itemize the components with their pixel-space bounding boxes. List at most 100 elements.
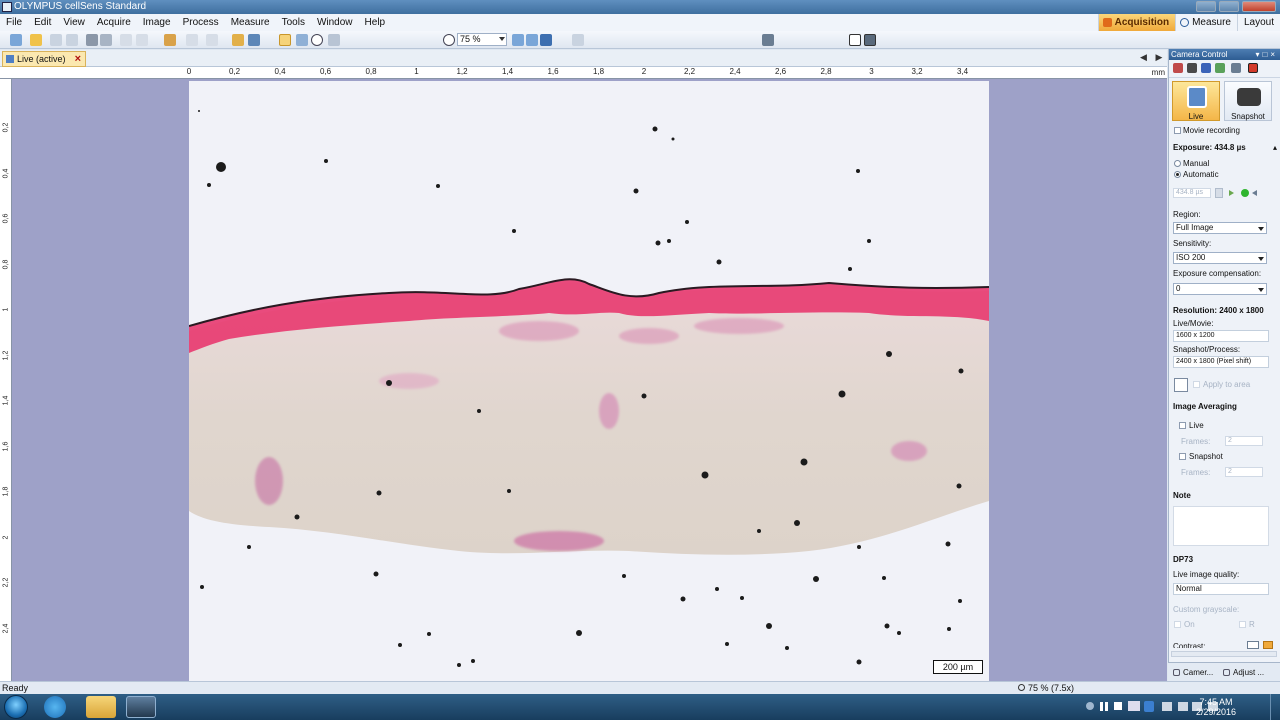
sensitivity-select[interactable]: ISO 200 bbox=[1173, 252, 1267, 264]
chevron-right-icon[interactable]: ▶ bbox=[1155, 52, 1162, 62]
exposure-compensation-select[interactable]: 0 bbox=[1173, 283, 1267, 295]
media-stop-icon[interactable] bbox=[1114, 702, 1122, 710]
menu-process[interactable]: Process bbox=[177, 17, 225, 28]
magnifier-icon[interactable] bbox=[311, 34, 323, 46]
live-movie-resolution[interactable]: 1600 x 1200 bbox=[1173, 330, 1269, 342]
save-all-icon[interactable] bbox=[66, 34, 78, 46]
menu-tools[interactable]: Tools bbox=[276, 17, 311, 28]
roi-icon[interactable] bbox=[1248, 63, 1258, 73]
movie-recording-checkbox[interactable] bbox=[1174, 127, 1181, 134]
apply-roi-checkbox[interactable] bbox=[1193, 381, 1200, 388]
automatic-radio[interactable] bbox=[1174, 171, 1181, 178]
start-button[interactable] bbox=[4, 695, 28, 719]
tray-chevron-icon[interactable] bbox=[1086, 702, 1094, 710]
show-desktop-button[interactable] bbox=[1270, 694, 1280, 720]
cut-icon[interactable] bbox=[120, 34, 132, 46]
avg-live-checkbox[interactable] bbox=[1179, 422, 1186, 429]
network-icon[interactable] bbox=[1162, 702, 1172, 711]
cellsens-app-icon[interactable] bbox=[126, 696, 156, 718]
play-icon[interactable] bbox=[1229, 190, 1234, 196]
menu-file[interactable]: File bbox=[0, 17, 28, 28]
select-icon[interactable] bbox=[232, 34, 244, 46]
copy-icon[interactable] bbox=[136, 34, 148, 46]
print-icon[interactable] bbox=[86, 34, 98, 46]
stream-icon[interactable] bbox=[1215, 63, 1225, 73]
live-button[interactable]: Live bbox=[1172, 81, 1220, 121]
panel-scrollbar[interactable] bbox=[1171, 651, 1277, 657]
crop-icon[interactable] bbox=[1174, 378, 1188, 392]
note-textarea[interactable] bbox=[1173, 506, 1269, 546]
histogram-icon[interactable] bbox=[1231, 63, 1241, 73]
layout-tab-layout[interactable]: Layout bbox=[1236, 14, 1280, 31]
chevron-left-icon[interactable]: ◀ bbox=[1140, 52, 1147, 62]
maximize-button[interactable] bbox=[1219, 1, 1239, 12]
layout-single-icon[interactable] bbox=[849, 34, 861, 46]
menu-help[interactable]: Help bbox=[359, 17, 392, 28]
layout-tabs: Acquisition Measure Layout bbox=[1097, 14, 1280, 31]
grayscale-r-checkbox[interactable] bbox=[1239, 621, 1246, 628]
flag-icon[interactable] bbox=[1178, 702, 1188, 711]
fit-icon[interactable] bbox=[526, 34, 538, 46]
chevron-up-icon[interactable]: ▴ bbox=[1273, 143, 1277, 152]
contrast-color-icon[interactable] bbox=[1263, 641, 1273, 649]
minimize-button[interactable] bbox=[1196, 1, 1216, 12]
layout-tab-acquisition[interactable]: Acquisition bbox=[1097, 14, 1176, 31]
settings-icon[interactable] bbox=[1173, 63, 1183, 73]
grid-icon[interactable] bbox=[572, 34, 584, 46]
fit-window-icon[interactable] bbox=[540, 34, 552, 46]
snapshot-button[interactable]: Snapshot bbox=[1224, 81, 1272, 121]
help-icon[interactable] bbox=[248, 34, 260, 46]
menu-measure[interactable]: Measure bbox=[225, 17, 276, 28]
menu-image[interactable]: Image bbox=[137, 17, 177, 28]
grayscale-on-checkbox[interactable] bbox=[1174, 621, 1181, 628]
pipette-icon[interactable] bbox=[1187, 63, 1197, 73]
pan-icon[interactable] bbox=[279, 34, 291, 46]
tray-app-icon[interactable] bbox=[1128, 701, 1140, 711]
close-button[interactable] bbox=[1242, 1, 1276, 12]
redo-icon[interactable] bbox=[206, 34, 218, 46]
layout-tab-measure[interactable]: Measure bbox=[1175, 14, 1237, 31]
exposure-input[interactable]: 434.8 µs bbox=[1173, 188, 1211, 198]
zoom-icon[interactable] bbox=[443, 34, 455, 46]
microscope-image[interactable] bbox=[189, 81, 989, 681]
file-explorer-icon[interactable] bbox=[86, 696, 116, 718]
tray-shield-icon[interactable] bbox=[1144, 701, 1154, 712]
open-icon[interactable] bbox=[30, 34, 42, 46]
save-icon[interactable] bbox=[50, 34, 62, 46]
clock[interactable]: 7:45 AM 2/29/2016 bbox=[1196, 697, 1236, 717]
zoom-in-icon[interactable] bbox=[512, 34, 524, 46]
arrow-tool-icon[interactable] bbox=[328, 34, 340, 46]
back-icon[interactable] bbox=[1252, 190, 1257, 196]
menu-edit[interactable]: Edit bbox=[28, 17, 57, 28]
print-preview-icon[interactable] bbox=[100, 34, 112, 46]
internet-explorer-icon[interactable] bbox=[44, 696, 66, 718]
close-icon[interactable]: × bbox=[75, 52, 81, 66]
camera-toggle-icon[interactable] bbox=[762, 34, 774, 46]
menu-view[interactable]: View bbox=[57, 17, 91, 28]
frames-snapshot-input[interactable]: 2 bbox=[1225, 467, 1263, 477]
zoom-select[interactable]: 75 % bbox=[457, 33, 507, 46]
layout-split-icon[interactable] bbox=[864, 34, 876, 46]
menu-window[interactable]: Window bbox=[311, 17, 359, 28]
avg-snapshot-checkbox[interactable] bbox=[1179, 453, 1186, 460]
close-icon[interactable]: × bbox=[1270, 50, 1278, 59]
new-icon[interactable] bbox=[10, 34, 22, 46]
color-icon[interactable] bbox=[1201, 63, 1211, 73]
frames-label: Frames: bbox=[1181, 437, 1211, 446]
paste-icon[interactable] bbox=[164, 34, 176, 46]
manual-radio[interactable] bbox=[1174, 160, 1181, 167]
frames-live-input[interactable]: 2 bbox=[1225, 436, 1263, 446]
frames-label: Frames: bbox=[1181, 468, 1211, 477]
zoom-tool-icon[interactable] bbox=[296, 34, 308, 46]
menu-acquire[interactable]: Acquire bbox=[91, 17, 137, 28]
snapshot-process-resolution[interactable]: 2400 x 1800 (Pixel shift) bbox=[1173, 356, 1269, 368]
live-quality-select[interactable]: Normal bbox=[1173, 583, 1269, 595]
tab-camera-control[interactable]: Camer... bbox=[1172, 666, 1213, 679]
region-select[interactable]: Full Image bbox=[1173, 222, 1267, 234]
undo-icon[interactable] bbox=[186, 34, 198, 46]
spin-icon[interactable] bbox=[1215, 188, 1223, 198]
media-pause-icon[interactable] bbox=[1100, 702, 1108, 711]
contrast-icon[interactable] bbox=[1247, 641, 1259, 649]
document-tab-live[interactable]: Live (active) × bbox=[2, 51, 86, 67]
tab-adjust[interactable]: Adjust ... bbox=[1222, 666, 1264, 679]
